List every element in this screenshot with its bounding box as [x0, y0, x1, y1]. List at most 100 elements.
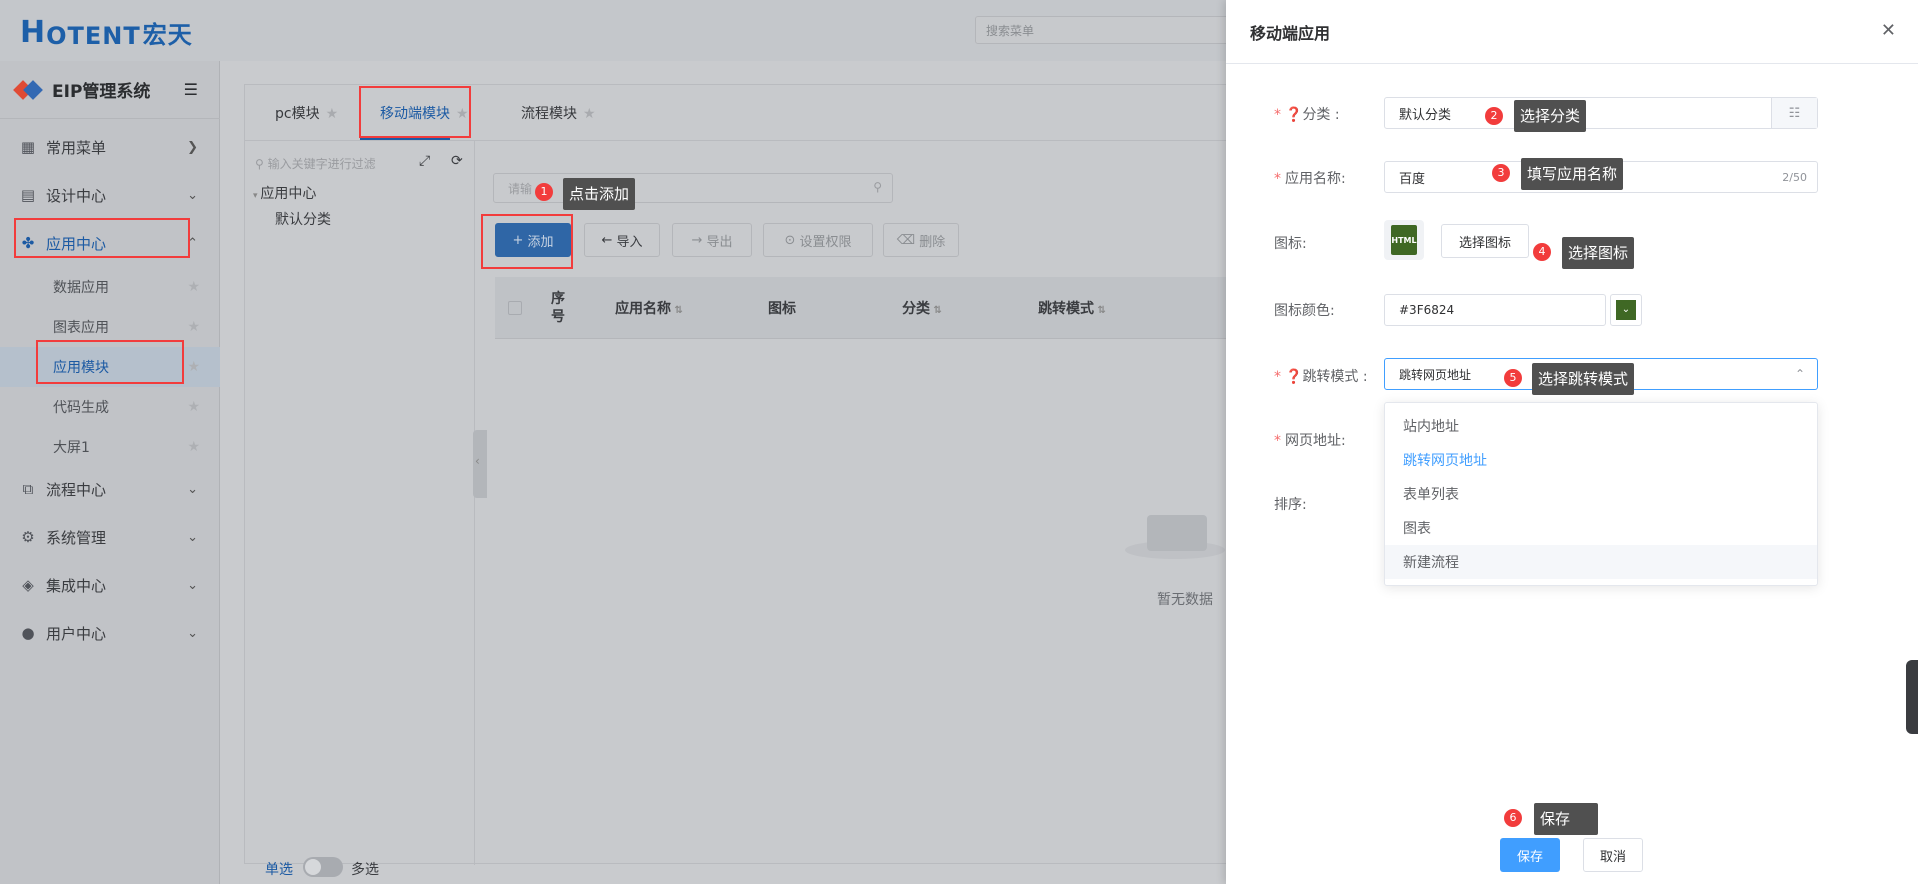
list-search-input[interactable]: 请输 ⚲: [493, 173, 893, 203]
tree-node-root[interactable]: ▾ 应用中心: [253, 183, 316, 203]
tab-mobile-module[interactable]: 移动端模块 ★: [380, 103, 469, 133]
app-name-label-text: 应用名称:: [1285, 171, 1346, 187]
category-tree-panel: ⚲ 输入关键字进行过滤 ⤢ ⟳ ▾ 应用中心 默认分类 单选 多选: [245, 141, 475, 878]
drawer-title: 移动端应用: [1250, 23, 1331, 43]
sidebar-item-flow-center[interactable]: ⧉ 流程中心 ⌄: [0, 465, 220, 513]
close-icon[interactable]: ✕: [1881, 20, 1896, 41]
tab-label: 移动端模块: [380, 106, 450, 122]
html-icon: HTML: [1391, 225, 1417, 255]
mobile-app-drawer: 移动端应用 ✕ * ❓分类 : 默认分类 ☷ * 应用名称: 百度 2/50 图标:…: [1226, 0, 1918, 884]
star-icon[interactable]: ★: [583, 106, 596, 122]
tab-flow-module[interactable]: 流程模块 ★: [521, 103, 596, 133]
sidebar-item-user-center[interactable]: ● 用户中心 ⌄: [0, 609, 220, 657]
app-name-value: 百度: [1399, 171, 1426, 187]
option-web-url[interactable]: 跳转网页地址: [1385, 443, 1817, 477]
column-header-icon: 图标: [768, 300, 796, 317]
brand-logo-icon: [16, 80, 42, 100]
tree-node-default[interactable]: 默认分类: [275, 209, 331, 229]
sidebar-item-label: 设计中心: [46, 186, 107, 205]
multi-select-label[interactable]: 多选: [351, 859, 379, 879]
icon-color-input[interactable]: #3F6824: [1384, 294, 1606, 326]
star-icon[interactable]: ★: [187, 319, 200, 335]
choose-icon-button[interactable]: 选择图标: [1441, 224, 1529, 258]
list-icon[interactable]: ☷: [1771, 98, 1817, 128]
sidebar-item-app-center[interactable]: ✤ 应用中心 ⌃: [0, 219, 220, 267]
sort-label-text: 排序:: [1274, 497, 1307, 513]
refresh-icon[interactable]: ⟳: [451, 153, 463, 169]
url-label: * 网页地址:: [1274, 433, 1346, 449]
select-all-checkbox[interactable]: [495, 300, 535, 315]
sidebar-item-integration[interactable]: ◈ 集成中心 ⌄: [0, 561, 220, 609]
arrow-right-icon: →: [691, 232, 707, 248]
sidebar-subitem-big-screen[interactable]: 大屏1 ★: [0, 427, 220, 467]
single-select-label[interactable]: 单选: [265, 859, 293, 879]
sidebar-subitem-app-module[interactable]: 应用模块 ★: [0, 347, 220, 387]
star-icon[interactable]: ★: [187, 399, 200, 415]
arrow-left-icon: ←: [601, 232, 617, 248]
help-icon[interactable]: ❓: [1285, 107, 1302, 123]
option-new-flow[interactable]: 新建流程: [1385, 545, 1817, 579]
option-form-list[interactable]: 表单列表: [1385, 477, 1817, 511]
category-field[interactable]: 默认分类 ☷: [1384, 97, 1818, 129]
tree-filter-input[interactable]: ⚲ 输入关键字进行过滤: [255, 155, 376, 172]
save-button[interactable]: 保存: [1500, 838, 1560, 872]
permission-button-label: 设置权限: [799, 234, 852, 250]
empty-data-text: 暂无数据: [1157, 592, 1213, 608]
jump-mode-label-text: 跳转模式 :: [1302, 369, 1368, 385]
column-header-label: 应用名称: [615, 300, 672, 317]
option-internal-url[interactable]: 站内地址: [1385, 409, 1817, 443]
column-header-jump-mode[interactable]: 跳转模式 ⇅: [997, 298, 1147, 318]
delete-button[interactable]: ⌫ 删除: [883, 223, 959, 257]
sidebar-brand: EIP管理系统 ☰: [0, 61, 220, 119]
collapse-menu-icon[interactable]: ☰: [184, 80, 198, 99]
chevron-down-icon: ⌄: [187, 481, 198, 497]
option-chart[interactable]: 图表: [1385, 511, 1817, 545]
star-icon[interactable]: ★: [187, 439, 200, 455]
set-permission-button[interactable]: ⊙ 设置权限: [763, 223, 873, 257]
tree-node-label: 应用中心: [260, 186, 317, 202]
tab-pc-module[interactable]: pc模块 ★: [275, 103, 338, 133]
cancel-button[interactable]: 取消: [1583, 838, 1643, 872]
subitem-label: 应用模块: [53, 360, 109, 376]
step-tooltip: 选择分类: [1514, 100, 1587, 132]
step-badge: 6: [1504, 809, 1522, 827]
import-button[interactable]: ← 导入: [584, 223, 660, 257]
side-widget-handle[interactable]: [1906, 660, 1918, 734]
delete-button-label: 删除: [919, 234, 946, 250]
sidebar-item-system-mgmt[interactable]: ⚙ 系统管理 ⌄: [0, 513, 220, 561]
tab-label: pc模块: [275, 106, 320, 122]
add-button[interactable]: + 添加: [495, 223, 571, 257]
company-logo: H OTENT 宏天: [20, 10, 193, 50]
sidebar-subitem-code-gen[interactable]: 代码生成 ★: [0, 387, 220, 427]
chevron-right-icon: ❯: [187, 139, 198, 155]
chevron-up-icon: ⌃: [187, 235, 198, 251]
sidebar-item-label: 系统管理: [46, 528, 107, 547]
step-tooltip: 点击添加: [563, 178, 636, 210]
chevron-down-icon: ⌄: [187, 187, 198, 203]
step-badge: 2: [1485, 107, 1503, 125]
star-icon[interactable]: ★: [187, 279, 200, 295]
trash-icon: ⌫: [896, 232, 920, 248]
column-header-category[interactable]: 分类 ⇅: [847, 298, 997, 318]
collapse-tree-handle[interactable]: ‹: [473, 430, 487, 498]
menu-search-input[interactable]: 搜索菜单: [975, 16, 1235, 44]
column-header-label: 跳转模式: [1038, 300, 1095, 317]
lock-icon: ⊙: [784, 232, 800, 248]
subitem-label: 代码生成: [53, 400, 109, 416]
column-header-app-name[interactable]: 应用名称 ⇅: [581, 298, 717, 318]
export-button[interactable]: → 导出: [672, 223, 752, 257]
sidebar-item-common-menu[interactable]: ▦ 常用菜单 ❯: [0, 123, 220, 171]
star-icon[interactable]: ★: [187, 359, 200, 375]
sidebar-subitem-chart-app[interactable]: 图表应用 ★: [0, 307, 220, 347]
star-icon[interactable]: ★: [456, 106, 469, 122]
grid-icon: ▦: [20, 138, 36, 156]
sidebar-subitem-data-app[interactable]: 数据应用 ★: [0, 267, 220, 307]
expand-icon[interactable]: ⤢: [419, 153, 430, 169]
color-picker[interactable]: ⌄: [1610, 294, 1642, 326]
star-icon[interactable]: ★: [326, 106, 339, 122]
sidebar-item-design-center[interactable]: ▤ 设计中心 ⌄: [0, 171, 220, 219]
help-icon[interactable]: ❓: [1285, 369, 1302, 385]
subitem-label: 数据应用: [53, 280, 109, 296]
select-mode-toggle[interactable]: [303, 857, 343, 877]
step-badge: 5: [1504, 369, 1522, 387]
